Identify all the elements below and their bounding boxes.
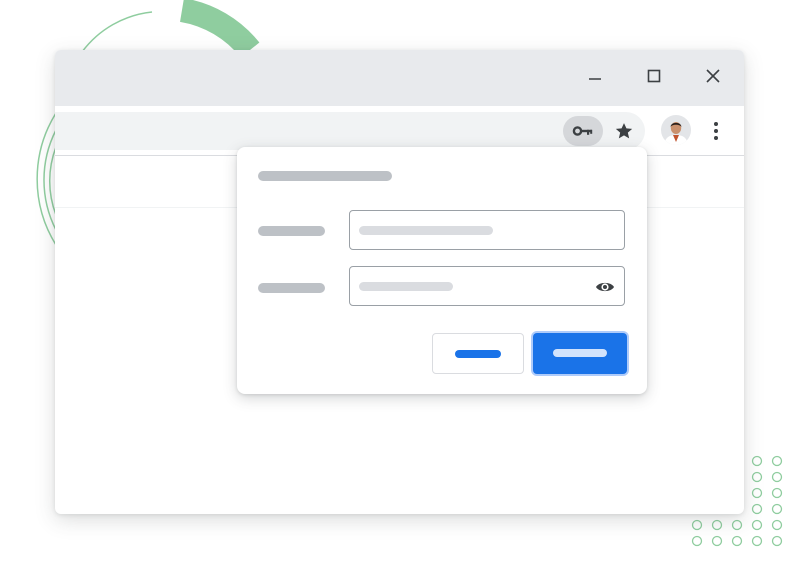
address-bar[interactable] (55, 112, 645, 150)
username-label (258, 226, 325, 236)
avatar-image (661, 115, 691, 145)
close-icon (706, 69, 720, 83)
password-value (359, 282, 453, 291)
password-field[interactable] (349, 266, 625, 306)
save-password-dialog (237, 147, 647, 394)
more-vert-icon (714, 122, 718, 140)
primary-button-label (553, 349, 607, 357)
secondary-button-label (455, 350, 501, 358)
password-key-button[interactable] (563, 116, 603, 146)
maximize-button[interactable] (636, 58, 672, 94)
minimize-icon (589, 78, 601, 80)
bookmark-star-button[interactable] (609, 116, 639, 146)
more-menu-button[interactable] (703, 116, 729, 146)
password-label (258, 283, 325, 293)
reveal-password-button[interactable] (594, 276, 616, 298)
profile-avatar[interactable] (661, 115, 691, 145)
maximize-icon (647, 69, 661, 83)
minimize-button[interactable] (577, 58, 613, 94)
username-field[interactable] (349, 210, 625, 250)
star-icon (615, 123, 633, 139)
username-value (359, 226, 493, 235)
dialog-title (258, 171, 392, 181)
title-bar (55, 50, 744, 106)
close-button[interactable] (695, 58, 731, 94)
save-button[interactable] (533, 333, 627, 374)
key-icon (572, 126, 593, 136)
eye-icon (596, 282, 614, 292)
never-button[interactable] (432, 333, 524, 374)
